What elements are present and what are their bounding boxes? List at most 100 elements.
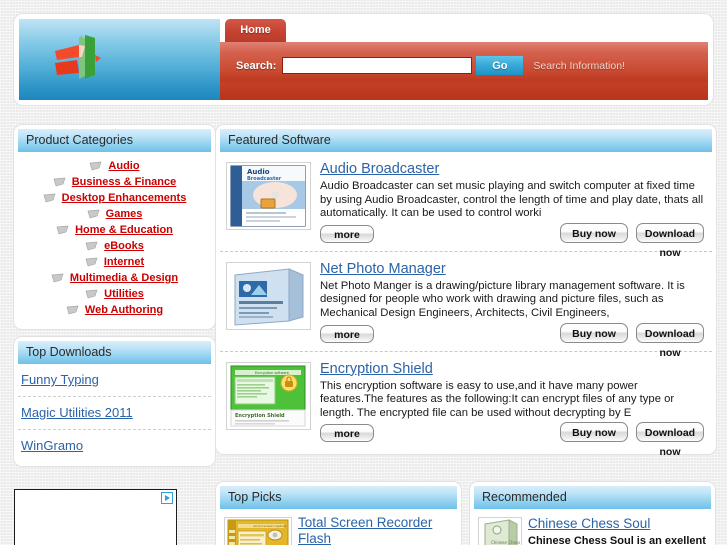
svg-text:Chinese Chess: Chinese Chess — [491, 540, 520, 545]
featured-item: Encryption software Encryption Shield En… — [220, 352, 712, 458]
sidebar-item-internet[interactable]: Internet — [18, 254, 211, 270]
sidebar-item-label: Utilities — [104, 288, 144, 300]
search-input[interactable] — [282, 57, 473, 74]
top-picks-item-title[interactable]: Total Screen Recorder Flash — [298, 515, 453, 545]
sidebar-item-business-finance[interactable]: Business & Finance — [18, 174, 211, 190]
buy-now-button[interactable]: Buy now — [560, 322, 628, 343]
featured-software-title: Featured Software — [220, 129, 712, 152]
sidebar-item-label: Desktop Enhancements — [61, 192, 187, 204]
sidebar-item-label: Web Authoring — [84, 304, 164, 316]
svg-text:Encryption software: Encryption software — [255, 371, 289, 375]
diamond-bullet-icon — [56, 225, 69, 234]
go-button[interactable]: Go — [476, 56, 524, 75]
sidebar-item-label: Business & Finance — [71, 176, 177, 188]
diamond-bullet-icon — [51, 273, 64, 282]
diamond-bullet-icon — [87, 209, 100, 218]
product-thumbnail[interactable]: Audio Broadcaster — [226, 162, 311, 230]
diamond-bullet-icon — [89, 161, 102, 170]
chinese-chess-soul-boxshot-icon: Chinese Chess — [479, 518, 521, 545]
logo-banner — [19, 19, 220, 100]
top-picks-item: record screen capture Total Screen Recor… — [220, 509, 457, 545]
featured-item-actions: Buy now Download now — [560, 422, 704, 458]
product-categories-list: Audio Business & Finance Desktop Enhance… — [18, 152, 211, 325]
download-now-button[interactable]: Download now — [636, 322, 704, 359]
adchoices-icon[interactable] — [161, 492, 173, 504]
bottom-panels: Top Picks record screen capture Total Sc… — [216, 482, 716, 545]
download-link: Magic Utilities 2011 — [21, 405, 133, 420]
net-photo-manager-boxshot-icon — [227, 262, 310, 329]
download-now-button[interactable]: Download now — [636, 222, 704, 259]
advertisement-box[interactable] — [14, 489, 177, 545]
sidebar-item-multimedia-design[interactable]: Multimedia & Design — [18, 270, 211, 286]
more-button[interactable]: more — [320, 424, 374, 443]
top-picks-title: Top Picks — [220, 486, 457, 509]
search-bar: Search: Go Search Information! — [220, 42, 708, 100]
more-button[interactable]: more — [320, 224, 374, 243]
top-downloads-list: Funny Typing Magic Utilities 2011 WinGra… — [18, 364, 211, 462]
sidebar-item-desktop-enhancements[interactable]: Desktop Enhancements — [18, 190, 211, 206]
site-header: Home Search: Go Search Information! — [14, 14, 713, 105]
list-item[interactable]: WinGramo — [18, 430, 211, 462]
diamond-bullet-icon — [43, 193, 56, 202]
sidebar-item-label: Internet — [103, 256, 145, 268]
sidebar-item-label: Games — [105, 208, 143, 220]
diamond-bullet-icon — [85, 289, 98, 298]
main-content: Featured Software Audio Broadcaster Audi… — [216, 125, 716, 458]
top-downloads-panel: Top Downloads Funny Typing Magic Utiliti… — [14, 337, 215, 466]
recommended-panel: Recommended Chinese Chess Chinese Chess … — [470, 482, 715, 545]
featured-item-description: This encryption software is easy to use,… — [320, 379, 675, 419]
sidebar-item-web-authoring[interactable]: Web Authoring — [18, 302, 211, 318]
audio-broadcaster-boxshot-icon: Audio Broadcaster — [227, 163, 310, 229]
tab-home[interactable]: Home — [225, 19, 286, 42]
product-categories-title: Product Categories — [18, 129, 211, 152]
search-info-text: Search Information! — [533, 59, 625, 72]
sidebar-item-audio[interactable]: Audio — [18, 158, 211, 174]
product-thumbnail[interactable] — [226, 261, 311, 330]
top-downloads-title: Top Downloads — [18, 341, 211, 364]
featured-item-title[interactable]: Net Photo Manager — [320, 261, 446, 277]
featured-item-title[interactable]: Audio Broadcaster — [320, 161, 439, 177]
sidebar-item-games[interactable]: Games — [18, 206, 211, 222]
sidebar-item-label: eBooks — [104, 240, 144, 252]
buy-now-button[interactable]: Buy now — [560, 222, 628, 243]
list-item[interactable]: Funny Typing — [18, 364, 211, 397]
featured-item-title[interactable]: Encryption Shield — [320, 361, 433, 377]
svg-text:Audio: Audio — [247, 168, 270, 176]
featured-item-description: Audio Broadcaster can set music playing … — [320, 180, 704, 220]
buy-now-button[interactable]: Buy now — [560, 422, 628, 443]
diamond-bullet-icon — [53, 177, 66, 186]
recommended-title: Recommended — [474, 486, 711, 509]
sidebar-item-label: Home & Education — [75, 224, 173, 236]
sidebar-item-home-education[interactable]: Home & Education — [18, 222, 211, 238]
product-thumbnail[interactable]: Chinese Chess — [478, 517, 522, 545]
svg-text:Encryption Shield: Encryption Shield — [235, 413, 285, 419]
featured-item: Net Photo Manager Net Photo Manger is a … — [220, 252, 712, 359]
top-picks-panel: Top Picks record screen capture Total Sc… — [216, 482, 461, 545]
product-categories-panel: Product Categories Audio Business & Fina… — [14, 125, 215, 329]
header-nav: Home Search: Go Search Information! — [220, 19, 708, 100]
sidebar-item-ebooks[interactable]: eBooks — [18, 238, 211, 254]
sidebar-item-utilities[interactable]: Utilities — [18, 286, 211, 302]
recommended-item-description: Chinese Chess Soul is an exellent master… — [528, 535, 706, 545]
product-thumbnail[interactable]: record screen capture — [224, 517, 292, 545]
featured-item-actions: Buy now Download now — [560, 322, 704, 359]
sidebar-item-label: Multimedia & Design — [69, 272, 179, 284]
sidebar-item-label: Audio — [108, 160, 140, 172]
recommended-item: Chinese Chess Chinese Chess Soul Chinese… — [474, 509, 711, 545]
list-item[interactable]: Magic Utilities 2011 — [18, 397, 211, 430]
diamond-bullet-icon — [85, 257, 98, 266]
download-link: WinGramo — [21, 438, 84, 453]
download-now-button[interactable]: Download now — [636, 422, 704, 458]
recommended-item-title[interactable]: Chinese Chess Soul — [528, 516, 650, 532]
more-button[interactable]: more — [320, 324, 374, 343]
featured-item-description: Net Photo Manger is a drawing/picture li… — [320, 279, 685, 319]
product-thumbnail[interactable]: Encryption software Encryption Shield — [226, 361, 311, 430]
encryption-shield-boxshot-icon: Encryption software Encryption Shield — [227, 362, 310, 429]
featured-software-list: Audio Broadcaster Audio Broadcaster Audi… — [220, 152, 712, 458]
svg-text:record screen capture: record screen capture — [253, 524, 286, 528]
featured-item: Audio Broadcaster Audio Broadcaster Audi… — [220, 152, 712, 259]
site-logo-icon — [55, 35, 101, 79]
diamond-bullet-icon — [85, 241, 98, 250]
sidebar: Product Categories Audio Business & Fina… — [14, 125, 215, 466]
featured-item-actions: Buy now Download now — [560, 222, 704, 259]
